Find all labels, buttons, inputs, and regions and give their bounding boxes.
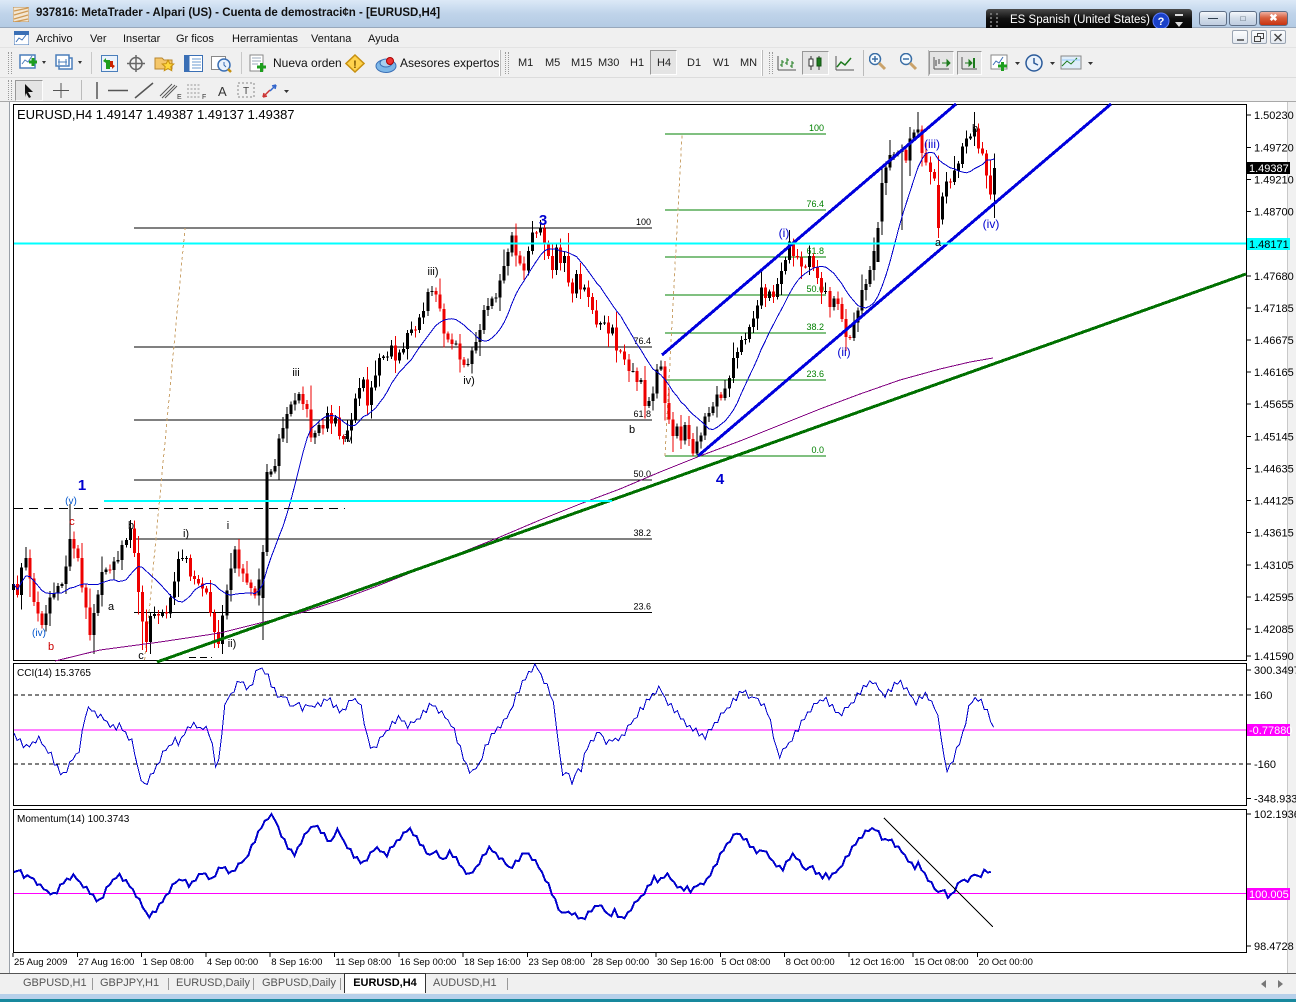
svg-text:98.4728: 98.4728: [1254, 941, 1294, 953]
svg-text:160: 160: [1254, 690, 1272, 702]
svg-text:100.005: 100.005: [1249, 889, 1289, 901]
svg-text:38.2: 38.2: [633, 528, 651, 538]
svg-text:300.3497: 300.3497: [1254, 665, 1296, 677]
svg-text:23.6: 23.6: [806, 369, 824, 379]
svg-text:-160: -160: [1254, 759, 1276, 771]
svg-text:100: 100: [636, 217, 651, 227]
svg-text:1.49720: 1.49720: [1254, 142, 1294, 154]
svg-text:?: ?: [1158, 16, 1165, 28]
svg-text:iv: iv: [344, 433, 352, 445]
svg-text:1.44125: 1.44125: [1254, 496, 1294, 508]
svg-text:100: 100: [809, 123, 824, 133]
svg-text:20 Oct 00:00: 20 Oct 00:00: [979, 957, 1033, 968]
svg-text:28 Sep 00:00: 28 Sep 00:00: [593, 957, 650, 968]
svg-text:1.49210: 1.49210: [1254, 174, 1294, 186]
svg-text:23 Sep 08:00: 23 Sep 08:00: [528, 957, 585, 968]
svg-text:61.8: 61.8: [633, 409, 651, 419]
svg-text:Momentum(14) 100.3743: Momentum(14) 100.3743: [17, 814, 130, 825]
svg-text:61.8: 61.8: [806, 246, 824, 256]
svg-text:(iv): (iv): [983, 217, 1000, 231]
svg-text:EURUSD,H4 1.49147 1.49387 1.4: EURUSD,H4 1.49147 1.49387 1.49137 1.4938…: [17, 107, 295, 122]
svg-text:18 Sep 16:00: 18 Sep 16:00: [464, 957, 521, 968]
svg-text:15 Oct 08:00: 15 Oct 08:00: [914, 957, 968, 968]
svg-text:1.43615: 1.43615: [1254, 528, 1294, 540]
svg-text:CCI(14) 15.3765: CCI(14) 15.3765: [17, 668, 91, 679]
svg-text:(ii): (ii): [837, 345, 850, 359]
svg-text:1.48700: 1.48700: [1254, 207, 1294, 219]
svg-text:b: b: [972, 123, 978, 135]
svg-text:(iii): (iii): [924, 137, 940, 151]
svg-text:25 Aug 2009: 25 Aug 2009: [14, 957, 67, 968]
svg-text:27 Aug 16:00: 27 Aug 16:00: [78, 957, 134, 968]
svg-text:ii): ii): [228, 638, 237, 650]
svg-text:1.48171: 1.48171: [1249, 239, 1289, 251]
svg-text:50.0: 50.0: [633, 469, 651, 479]
svg-text:b: b: [48, 641, 54, 653]
svg-text:T: T: [243, 86, 249, 97]
svg-text:iii): iii): [428, 266, 439, 278]
svg-text:3: 3: [539, 212, 547, 229]
svg-text:1.41590: 1.41590: [1254, 651, 1294, 663]
svg-text:76.4: 76.4: [633, 336, 651, 346]
svg-text:102.1936: 102.1936: [1254, 809, 1296, 821]
svg-text:1.47185: 1.47185: [1254, 303, 1294, 315]
svg-text:1.45655: 1.45655: [1254, 399, 1294, 411]
svg-text:b: b: [629, 424, 635, 436]
svg-text:4 Sep 00:00: 4 Sep 00:00: [207, 957, 258, 968]
svg-text:a: a: [935, 237, 942, 249]
svg-text:c: c: [69, 516, 75, 528]
svg-text:iii: iii: [292, 367, 299, 379]
svg-text:(i): (i): [779, 226, 790, 240]
svg-text:c: c: [138, 650, 144, 662]
svg-text:i: i: [227, 520, 229, 532]
svg-text:1.42595: 1.42595: [1254, 592, 1294, 604]
svg-text:a: a: [108, 601, 115, 613]
svg-text:12 Oct 16:00: 12 Oct 16:00: [850, 957, 904, 968]
svg-text:1.47680: 1.47680: [1254, 271, 1294, 283]
svg-text:8 Oct 00:00: 8 Oct 00:00: [786, 957, 835, 968]
svg-text:1.50230: 1.50230: [1254, 110, 1294, 122]
svg-text:-0.77880: -0.77880: [1249, 725, 1292, 737]
svg-text:1 Sep 08:00: 1 Sep 08:00: [143, 957, 194, 968]
svg-text:F: F: [202, 94, 206, 100]
svg-text:1.42085: 1.42085: [1254, 624, 1294, 636]
svg-text:1.45145: 1.45145: [1254, 431, 1294, 443]
svg-text:(v): (v): [65, 496, 77, 507]
svg-text:1.43105: 1.43105: [1254, 560, 1294, 572]
svg-text:i): i): [183, 528, 189, 540]
svg-text:30 Sep 16:00: 30 Sep 16:00: [657, 957, 714, 968]
svg-text:1.49387: 1.49387: [1249, 163, 1289, 175]
svg-text:iv): iv): [463, 375, 475, 387]
svg-text:b: b: [128, 520, 134, 532]
svg-text:1.46675: 1.46675: [1254, 335, 1294, 347]
svg-text:1: 1: [78, 477, 86, 494]
svg-text:E: E: [177, 94, 182, 100]
svg-text:38.2: 38.2: [806, 322, 824, 332]
svg-text:1.44635: 1.44635: [1254, 464, 1294, 476]
svg-text:(iv): (iv): [32, 628, 46, 639]
svg-text:16 Sep 00:00: 16 Sep 00:00: [400, 957, 457, 968]
svg-text:-348.933: -348.933: [1254, 793, 1296, 805]
svg-text:4: 4: [716, 471, 725, 488]
svg-text:1.46165: 1.46165: [1254, 367, 1294, 379]
svg-text:76.4: 76.4: [806, 199, 824, 209]
svg-text:!: !: [353, 59, 357, 71]
svg-text:8 Sep 16:00: 8 Sep 16:00: [271, 957, 322, 968]
svg-text:0.0: 0.0: [811, 445, 824, 455]
svg-text:5 Oct 08:00: 5 Oct 08:00: [721, 957, 770, 968]
svg-text:23.6: 23.6: [633, 602, 651, 612]
svg-text:11 Sep 08:00: 11 Sep 08:00: [336, 957, 392, 968]
